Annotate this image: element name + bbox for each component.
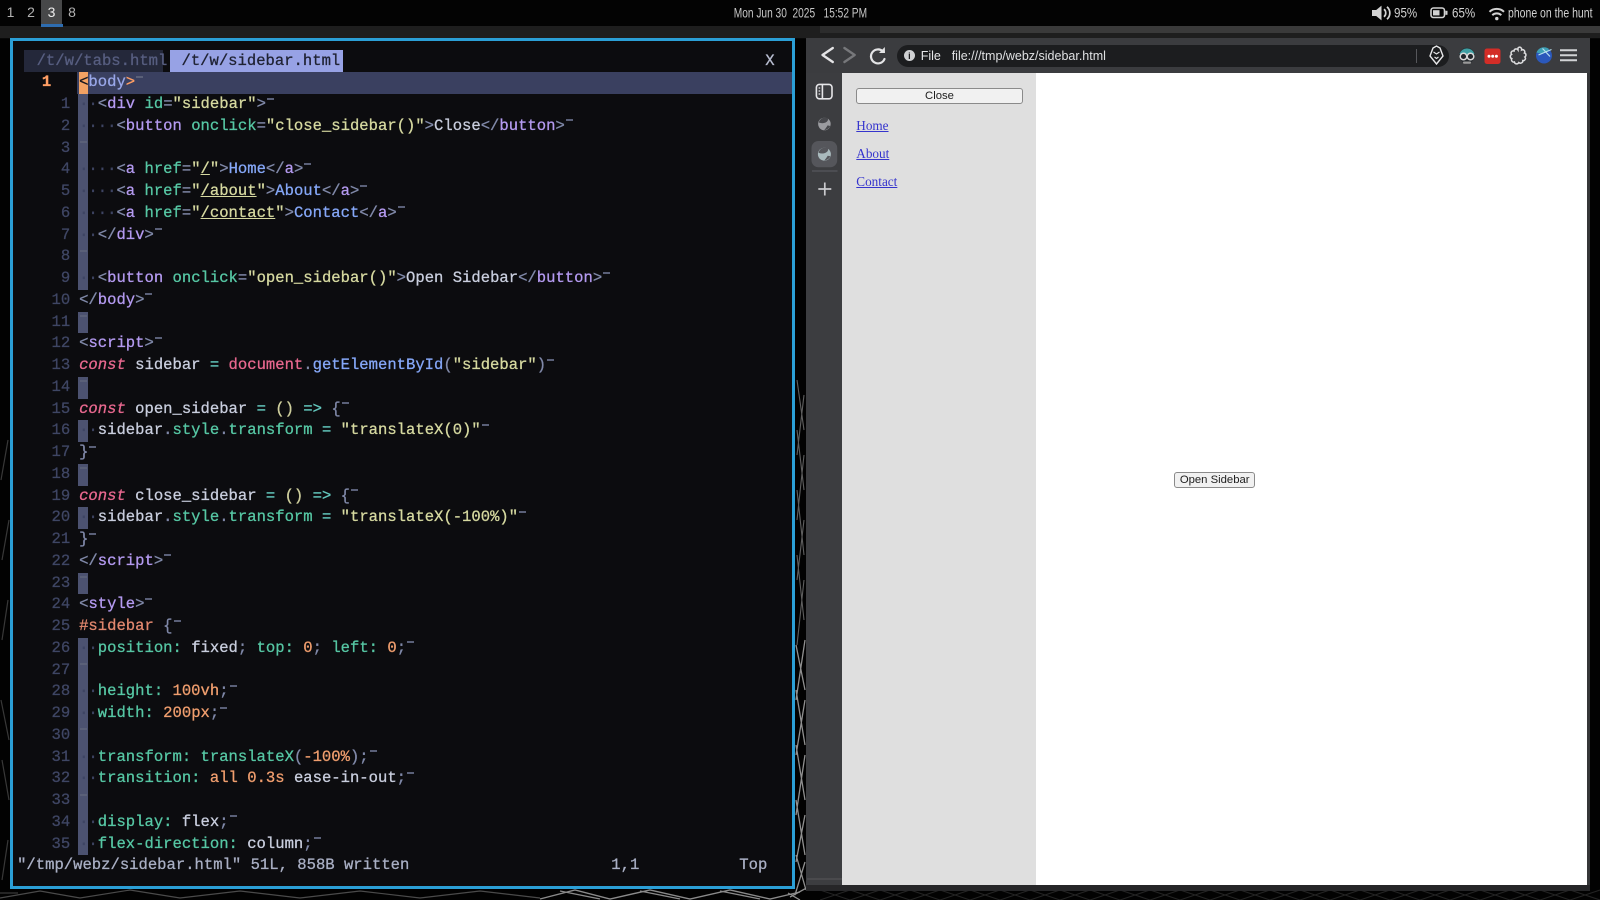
svg-text:phone on the hunt: phone on the hunt [1508, 6, 1593, 21]
svg-text:Mon Jun 30 2025 15:52 PM: Mon Jun 30 2025 15:52 PM [734, 6, 867, 21]
svg-text:95%: 95% [1394, 6, 1417, 21]
svg-text:65%: 65% [1452, 6, 1475, 21]
